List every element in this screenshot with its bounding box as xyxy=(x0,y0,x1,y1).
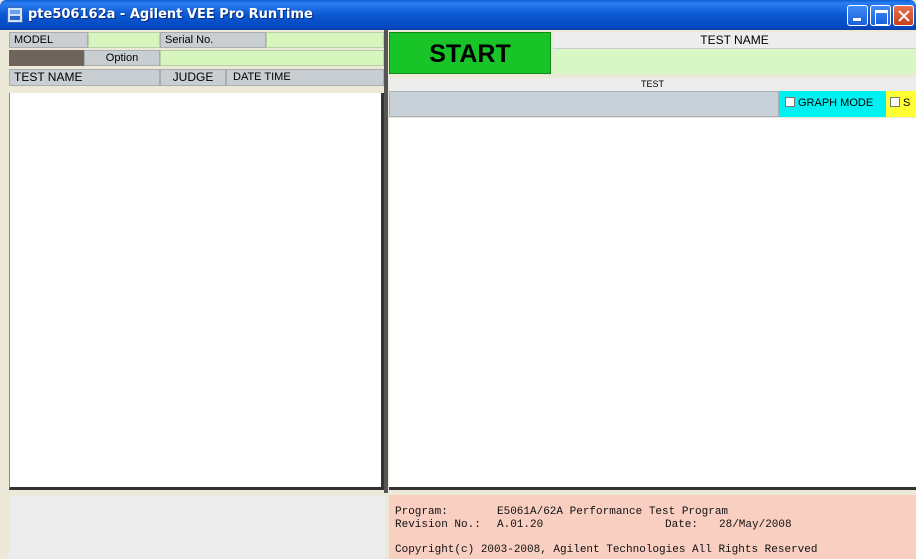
start-button[interactable]: START xyxy=(389,32,551,74)
minimize-button[interactable] xyxy=(847,5,868,26)
title-bar[interactable]: pte506162a - Agilent VEE Pro RunTime xyxy=(0,0,916,30)
column-test-name[interactable]: TEST NAME xyxy=(9,69,160,86)
test-results-list[interactable] xyxy=(9,93,384,490)
revision-value: A.01.20 xyxy=(497,519,544,531)
model-label: MODEL xyxy=(9,32,88,48)
maximize-button[interactable] xyxy=(870,5,891,26)
graph-mode-label: GRAPH MODE xyxy=(798,97,874,109)
program-info: Program: E5061A/62A Performance Test Pro… xyxy=(389,495,916,559)
test-display-area[interactable] xyxy=(389,118,916,490)
option-field[interactable] xyxy=(160,50,384,66)
graph-mode-toggle[interactable]: GRAPH MODE xyxy=(779,91,886,117)
s-label: S xyxy=(903,97,911,109)
option-swatch xyxy=(9,50,84,66)
status-area xyxy=(9,496,385,559)
serial-field[interactable] xyxy=(266,32,384,48)
date-label: Date: xyxy=(665,519,699,531)
option-label: Option xyxy=(84,50,160,66)
date-value: 28/May/2008 xyxy=(719,519,792,531)
test-header: TEST xyxy=(389,78,916,91)
app-icon xyxy=(7,7,23,23)
revision-label: Revision No.: xyxy=(395,519,481,531)
column-date-time[interactable]: DATE TIME xyxy=(226,69,384,86)
graph-mode-checkbox[interactable] xyxy=(785,97,795,107)
serial-label: Serial No. xyxy=(160,32,266,48)
program-value: E5061A/62A Performance Test Program xyxy=(497,506,729,518)
test-name-field xyxy=(553,49,916,74)
model-field[interactable] xyxy=(88,32,160,48)
test-field xyxy=(389,91,779,117)
s-checkbox[interactable] xyxy=(890,97,900,107)
close-button[interactable] xyxy=(893,5,914,26)
panel-divider xyxy=(384,30,388,493)
copyright-text: Copyright(c) 2003-2008, Agilent Technolo… xyxy=(395,544,818,556)
test-name-header: TEST NAME xyxy=(553,32,916,49)
program-label: Program: xyxy=(395,506,448,518)
s-toggle[interactable]: S xyxy=(886,91,916,117)
window-title: pte506162a - Agilent VEE Pro RunTime xyxy=(28,7,313,22)
column-judge[interactable]: JUDGE xyxy=(160,69,226,86)
